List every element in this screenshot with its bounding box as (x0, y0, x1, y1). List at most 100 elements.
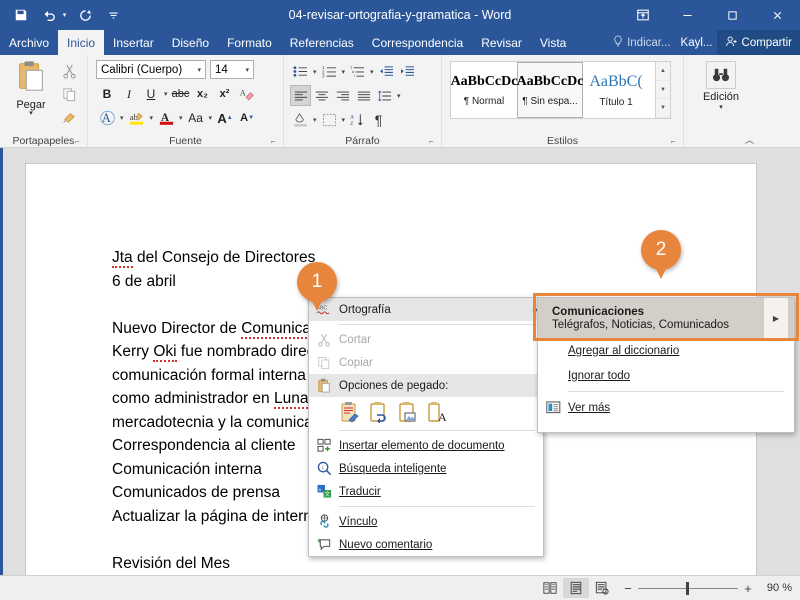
suggestion-submenu-arrow-icon[interactable]: ▶ (764, 298, 788, 338)
text-effects-dropdown-icon[interactable]: ▾ (118, 114, 126, 122)
editing-dropdown-icon[interactable]: ▾ (719, 103, 723, 111)
styles-scroll-down-icon[interactable]: ▼ (656, 81, 670, 100)
grow-font-button[interactable]: A ▲ (214, 107, 236, 129)
format-painter-button[interactable] (56, 106, 82, 129)
submenu-item-ver-mas[interactable]: Ver más (538, 395, 794, 420)
tab-inicio[interactable]: Inicio (58, 30, 105, 55)
numbering-icon[interactable]: 123 (319, 61, 340, 82)
menu-item-nuevo-comentario[interactable]: Nuevo comentario (309, 533, 543, 556)
bullets-icon[interactable] (290, 61, 311, 82)
suggestion-comunicaciones[interactable]: Comunicaciones Telégrafos, Noticias, Com… (538, 298, 794, 338)
styles-more-icon[interactable]: ▼ (656, 99, 670, 119)
spelling-submenu[interactable]: Comunicaciones Telégrafos, Noticias, Com… (537, 297, 795, 433)
estilos-dialog-launcher[interactable]: ⌐ (671, 137, 680, 146)
superscript-button[interactable]: x² (214, 83, 236, 105)
font-size-dropdown-icon[interactable]: ▾ (245, 66, 249, 74)
style-sin-espaciado[interactable]: AaBbCcDc ¶ Sin espa... (517, 62, 583, 118)
shrink-font-button[interactable]: A ▼ (236, 107, 258, 129)
highlight-dropdown-icon[interactable]: ▾ (148, 114, 156, 122)
style-normal[interactable]: AaBbCcDc ¶ Normal (451, 62, 518, 118)
zoom-slider[interactable] (638, 581, 738, 595)
zoom-in-button[interactable]: + (743, 581, 753, 596)
decrease-indent-icon[interactable] (376, 61, 397, 82)
justify-icon[interactable] (353, 85, 374, 106)
paste-merge-formatting-icon[interactable] (368, 400, 390, 424)
font-size-input[interactable]: 14 ▾ (210, 60, 254, 79)
minimize-icon[interactable] (665, 0, 710, 30)
zoom-level-label[interactable]: 90 % (758, 582, 792, 594)
menu-item-insertar-elemento[interactable]: Insertar elemento de documento (309, 434, 543, 457)
cut-button[interactable] (56, 60, 82, 83)
paste-keep-formatting-icon[interactable] (339, 400, 361, 424)
menu-item-vinculo[interactable]: Vínculo (309, 510, 543, 533)
bold-button[interactable]: B (96, 83, 118, 105)
zoom-slider-thumb[interactable] (686, 581, 689, 595)
paste-picture-icon[interactable] (397, 400, 419, 424)
style-titulo-1[interactable]: AaBbC( Título 1 (583, 62, 649, 118)
font-name-input[interactable]: Calibri (Cuerpo) ▾ (96, 60, 206, 79)
change-case-button[interactable]: Aa (185, 107, 207, 129)
save-icon[interactable] (8, 2, 34, 28)
multilevel-list-icon[interactable]: 1ai (347, 61, 368, 82)
font-color-dropdown-icon[interactable]: ▾ (177, 114, 185, 122)
clear-formatting-icon[interactable]: A (236, 83, 258, 105)
highlight-icon[interactable]: ab (126, 107, 148, 129)
copy-button[interactable] (56, 83, 82, 106)
align-right-icon[interactable] (332, 85, 353, 106)
close-icon[interactable] (755, 0, 800, 30)
tab-insertar[interactable]: Insertar (104, 30, 163, 55)
ribbon-display-options-icon[interactable] (620, 0, 665, 30)
redo-icon[interactable] (72, 2, 98, 28)
shading-dropdown-icon[interactable]: ▾ (311, 116, 319, 124)
share-button[interactable]: Compartir (716, 30, 800, 55)
portapapeles-dialog-launcher[interactable]: ⌐ (75, 137, 84, 146)
collapse-ribbon-icon[interactable]: ︿ (745, 133, 754, 146)
maximize-icon[interactable] (710, 0, 755, 30)
editing-button[interactable]: Edición ▾ (698, 61, 744, 111)
web-layout-icon[interactable] (589, 578, 615, 598)
zoom-out-button[interactable]: − (623, 581, 633, 596)
print-layout-icon[interactable] (563, 578, 589, 598)
sort-icon[interactable]: AZ (347, 109, 368, 130)
align-center-icon[interactable] (311, 85, 332, 106)
show-formatting-marks-icon[interactable]: ¶ (368, 109, 389, 130)
tab-formato[interactable]: Formato (218, 30, 281, 55)
borders-dropdown-icon[interactable]: ▾ (340, 116, 348, 124)
font-name-dropdown-icon[interactable]: ▾ (197, 66, 201, 74)
menu-item-traducir[interactable]: a文 Traducir (309, 480, 543, 503)
multilevel-list-dropdown-icon[interactable]: ▾ (368, 68, 376, 76)
styles-scroll-up-icon[interactable]: ▲ (656, 62, 670, 81)
font-color-icon[interactable]: A (155, 107, 177, 129)
tab-diseno[interactable]: Diseño (163, 30, 218, 55)
line-spacing-dropdown-icon[interactable]: ▾ (395, 92, 403, 100)
underline-dropdown-icon[interactable]: ▾ (162, 90, 170, 98)
strikethrough-button[interactable]: abc (170, 83, 192, 105)
change-case-dropdown-icon[interactable]: ▾ (207, 114, 215, 122)
tab-referencias[interactable]: Referencias (281, 30, 363, 55)
account-name[interactable]: Kayl... (677, 37, 717, 49)
line-spacing-icon[interactable] (374, 85, 395, 106)
subscript-button[interactable]: x₂ (192, 83, 214, 105)
shading-icon[interactable] (290, 109, 311, 130)
numbering-dropdown-icon[interactable]: ▾ (340, 68, 348, 76)
zoom-control[interactable]: − + 90 % (623, 581, 792, 596)
menu-item-busqueda-inteligente[interactable]: i Búsqueda inteligente (309, 457, 543, 480)
tab-revisar[interactable]: Revisar (472, 30, 531, 55)
read-mode-icon[interactable] (537, 578, 563, 598)
tab-correspondencia[interactable]: Correspondencia (363, 30, 472, 55)
italic-button[interactable]: I (118, 83, 140, 105)
paste-dropdown-icon[interactable]: ▾ (29, 110, 33, 117)
tab-archivo[interactable]: Archivo (0, 30, 58, 55)
underline-button[interactable]: U (140, 83, 162, 105)
menu-item-ortografia[interactable]: ABC Ortografía ▶ (309, 298, 543, 321)
tell-me-box[interactable]: Indicar... (607, 30, 676, 55)
text-effects-icon[interactable]: A (96, 107, 118, 129)
align-left-icon[interactable] (290, 85, 311, 106)
tab-vista[interactable]: Vista (531, 30, 575, 55)
parrafo-dialog-launcher[interactable]: ⌐ (429, 137, 438, 146)
borders-icon[interactable] (319, 109, 340, 130)
context-menu[interactable]: ABC Ortografía ▶ Cortar Copiar Opciones … (308, 297, 544, 557)
fuente-dialog-launcher[interactable]: ⌐ (271, 137, 280, 146)
customize-qat-icon[interactable] (100, 2, 126, 28)
undo-dropdown-icon[interactable]: ▾ (59, 2, 70, 28)
